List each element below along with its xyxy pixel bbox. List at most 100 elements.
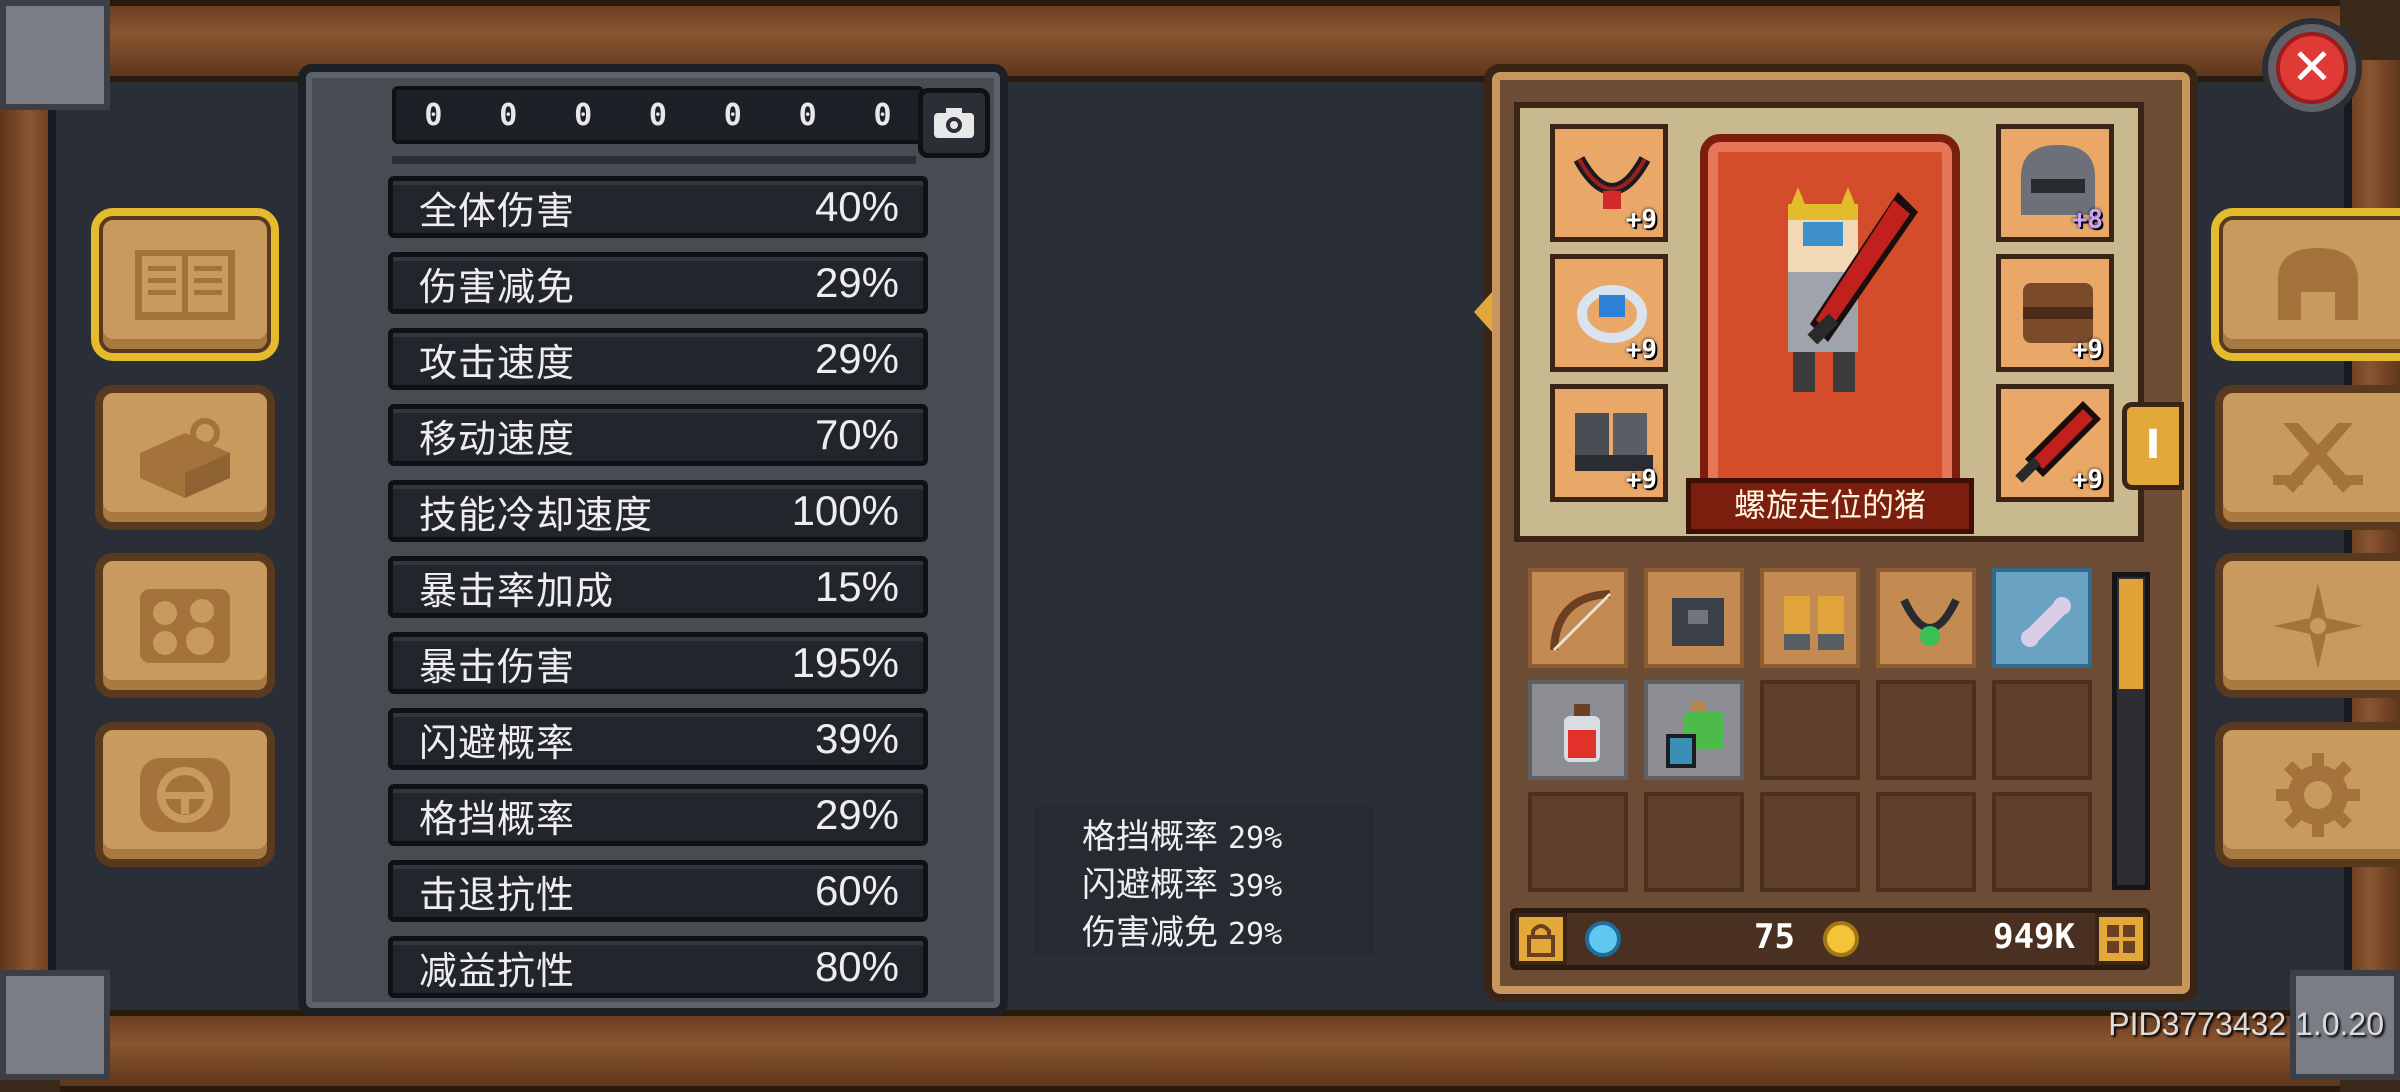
stat-row: 闪避概率 39% [388, 708, 928, 770]
tooltip-value: 39% [1228, 869, 1283, 904]
nav-equipment-button[interactable] [2211, 208, 2400, 361]
id-digit: 0 [648, 97, 667, 133]
camera-icon [934, 108, 974, 138]
bone-icon [2021, 597, 2071, 647]
inventory-slot-empty[interactable] [1528, 792, 1628, 892]
player-id-display: 0 0 0 0 0 0 0 [392, 86, 924, 144]
inventory-slot-empty[interactable] [1760, 680, 1860, 780]
stat-label: 暴击率加成 [419, 568, 615, 613]
bow-icon [1550, 590, 1612, 652]
frame-corner [0, 0, 110, 110]
stat-value: 29% [814, 335, 899, 382]
stat-label: 技能冷却速度 [419, 492, 654, 537]
tooltip-row: 闪避概率 39% [1082, 862, 1374, 910]
tooltip-label: 伤害减免 [1082, 913, 1218, 953]
nav-talent-button[interactable] [2215, 553, 2400, 698]
stat-value: 100% [791, 487, 899, 534]
bell-icon [140, 757, 230, 832]
loadout-tab-button[interactable]: I [2122, 402, 2184, 490]
stat-row: 暴击率加成 15% [388, 556, 928, 618]
stat-label: 击退抗性 [419, 872, 576, 917]
equip-level: +9 [2071, 335, 2103, 365]
stat-row: 减益抗性 80% [388, 936, 928, 998]
stat-value: 15% [814, 563, 899, 610]
id-digit: 0 [873, 97, 892, 133]
inventory-slot-empty[interactable] [1876, 680, 1976, 780]
stat-value: 195% [791, 639, 899, 686]
nav-bell-button[interactable] [95, 722, 275, 867]
equip-slot-helmet[interactable]: +8 [1996, 124, 2114, 242]
tooltip-row: 格挡概率 29% [1082, 814, 1374, 862]
nav-book-button[interactable] [91, 208, 279, 361]
id-digit: 0 [574, 97, 593, 133]
stat-row: 技能冷却速度 100% [388, 480, 928, 542]
stat-label: 减益抗性 [419, 948, 576, 993]
inventory-scrollbar[interactable] [2112, 572, 2150, 890]
equip-slot-boots[interactable]: +9 [1550, 384, 1668, 502]
stat-value: 80% [814, 943, 899, 990]
red-potion-icon [1564, 704, 1600, 762]
stats-panel: 0 0 0 0 0 0 0 全体伤害 40% 伤害减免 29% 攻击速度 29% 移动… [298, 64, 1008, 1016]
id-digit: 0 [798, 97, 817, 133]
stat-label: 移动速度 [419, 416, 576, 461]
character-panel: +9 +9 +9 螺旋走位的猪 +8 +9 +9 I 75 949K [1474, 64, 2198, 1002]
stat-row: 全体伤害 40% [388, 176, 928, 238]
nav-map-button[interactable] [95, 385, 275, 530]
frame-corner [0, 970, 110, 1080]
inventory-slot-empty[interactable] [1760, 792, 1860, 892]
nav-settings-button[interactable] [2215, 722, 2400, 867]
id-digit: 0 [723, 97, 742, 133]
inventory-slot-empty[interactable] [1992, 680, 2092, 780]
tooltip-label: 格挡概率 [1082, 817, 1218, 857]
book-icon [1672, 598, 1724, 646]
id-digit: 0 [499, 97, 518, 133]
scrollbar-thumb[interactable] [2119, 579, 2143, 689]
emerald-necklace-icon [1900, 598, 1960, 646]
scroll-map-icon [140, 417, 230, 498]
inventory-slot[interactable] [1992, 568, 2092, 668]
inventory-slot[interactable] [1528, 568, 1628, 668]
screenshot-button[interactable] [918, 88, 990, 158]
inventory-slot-empty[interactable] [1992, 792, 2092, 892]
stat-value: 60% [814, 867, 899, 914]
inventory-slot[interactable] [1644, 680, 1744, 780]
stat-row: 攻击速度 29% [388, 328, 928, 390]
stat-value: 29% [814, 791, 899, 838]
inventory-slot[interactable] [1876, 568, 1976, 668]
stat-value: 39% [814, 715, 899, 762]
stat-value: 29% [814, 259, 899, 306]
inventory-slot[interactable] [1528, 680, 1628, 780]
inventory-slot-empty[interactable] [1876, 792, 1976, 892]
gem-count: 75 [1754, 917, 1795, 957]
id-digit: 0 [424, 97, 443, 133]
stat-tooltip: 格挡概率 29% 闪避概率 39% 伤害减免 29% [1034, 806, 1374, 956]
stat-row: 格挡概率 29% [388, 784, 928, 846]
close-button[interactable]: ✕ [2262, 18, 2362, 118]
inventory-slot-empty[interactable] [1644, 792, 1744, 892]
helmet-icon [2278, 247, 2358, 320]
divider [392, 156, 916, 164]
tooltip-value: 29% [1228, 917, 1283, 952]
skills-icon [140, 588, 230, 663]
equip-slot-ring[interactable]: +9 [1550, 254, 1668, 372]
inventory-slot[interactable] [1760, 568, 1860, 668]
equip-slot-armor[interactable]: +9 [1996, 254, 2114, 372]
equip-slot-necklace[interactable]: +9 [1550, 124, 1668, 242]
gauntlets-icon [1784, 596, 1844, 650]
sort-inventory-button[interactable] [2095, 913, 2147, 965]
gem-icon [1585, 921, 1621, 957]
knight-character-icon [1788, 187, 1918, 392]
gold-coin-icon [1823, 921, 1859, 957]
stat-label: 伤害减免 [419, 264, 576, 309]
nav-skills-button[interactable] [95, 553, 275, 698]
inventory-slot[interactable] [1644, 568, 1744, 668]
crossed-swords-icon [2273, 422, 2363, 493]
tooltip-value: 29% [1228, 821, 1283, 856]
lock-icon [1527, 924, 1555, 957]
sparkle-icon [2273, 582, 2363, 669]
lock-button[interactable] [1515, 913, 1567, 965]
equip-slot-weapon[interactable]: +9 [1996, 384, 2114, 502]
stat-row: 移动速度 70% [388, 404, 928, 466]
nav-combat-button[interactable] [2215, 385, 2400, 530]
version-label: PID3773432 1.0.20 [2108, 1006, 2384, 1042]
